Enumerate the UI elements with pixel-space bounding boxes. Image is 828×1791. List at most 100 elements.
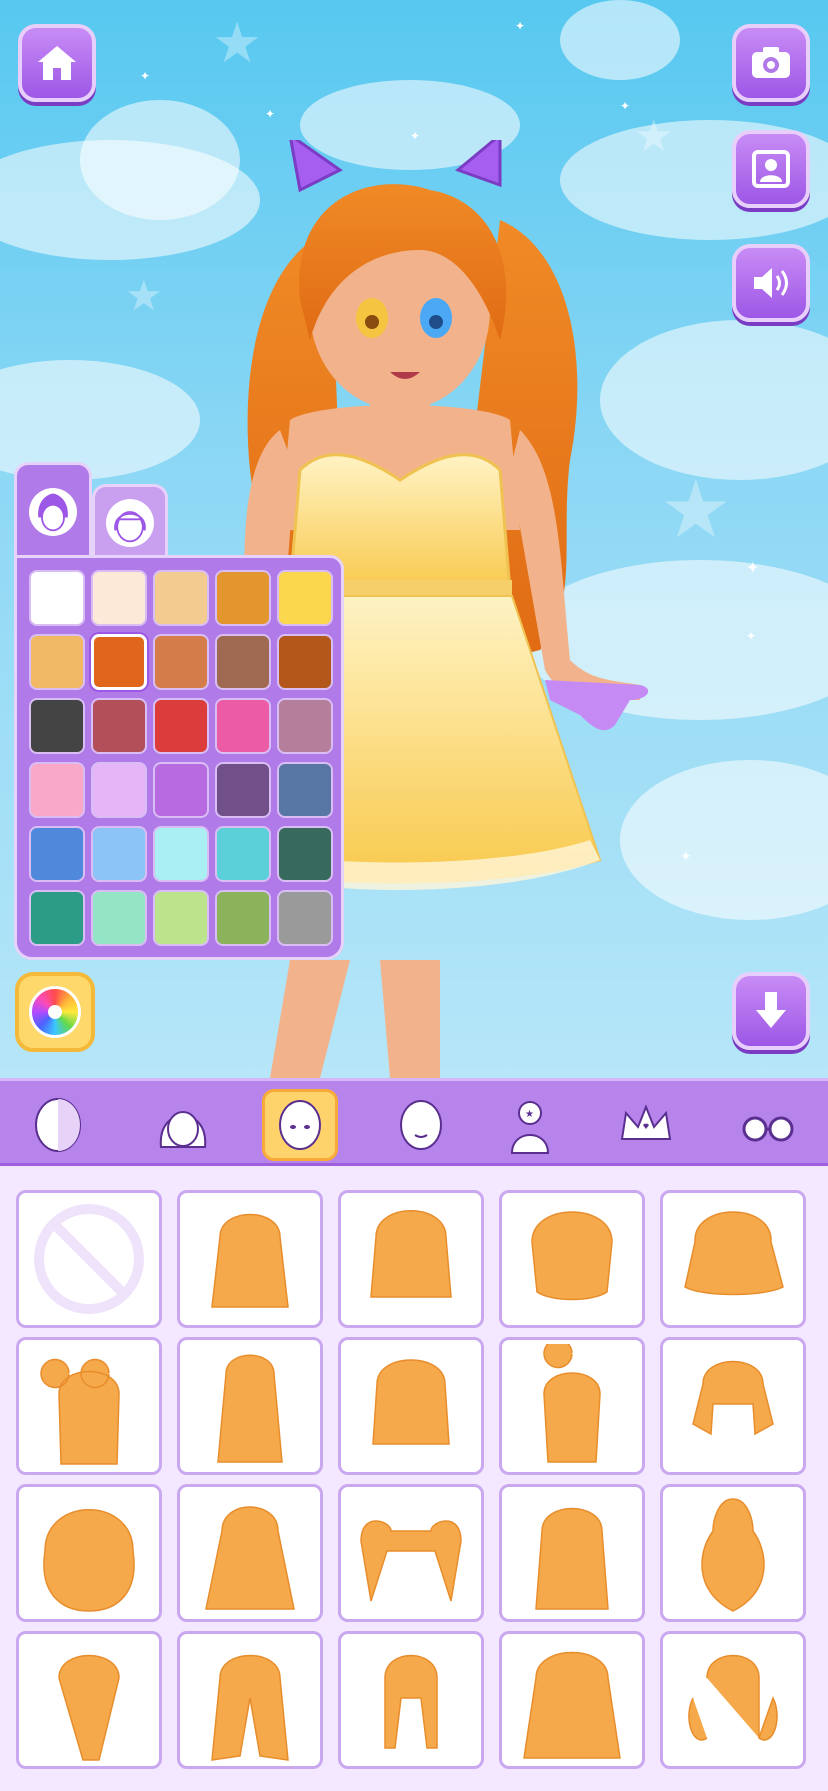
sparkle: ✦	[515, 19, 526, 33]
color-swatch[interactable]	[29, 762, 85, 818]
hairstyle-option[interactable]	[177, 1484, 323, 1622]
hairstyle-icon	[692, 1360, 774, 1436]
hairstyle-icon	[523, 1651, 621, 1759]
color-swatch[interactable]	[215, 826, 271, 882]
custom-color-button[interactable]	[15, 972, 95, 1052]
bangs-color-tab[interactable]	[92, 484, 168, 558]
hairstyle-option[interactable]	[338, 1484, 484, 1622]
hairstyle-option[interactable]	[177, 1337, 323, 1475]
prohibit-icon	[34, 1204, 144, 1314]
color-swatch[interactable]	[29, 826, 85, 882]
hairstyle-option[interactable]	[16, 1631, 162, 1769]
hairstyle-option[interactable]	[660, 1484, 806, 1622]
bangs-face-icon	[106, 498, 154, 547]
sparkle: ✦	[140, 69, 151, 83]
sparkle: ✦	[620, 99, 631, 113]
color-swatch[interactable]	[277, 570, 333, 626]
color-swatch[interactable]	[215, 762, 271, 818]
tattoo-icon: ★	[510, 1101, 550, 1154]
hairstyle-option[interactable]	[660, 1337, 806, 1475]
hairstyle-icon	[688, 1654, 778, 1741]
color-swatch[interactable]	[153, 762, 209, 818]
hairstyle-option[interactable]	[338, 1190, 484, 1328]
hairstyle-option[interactable]	[177, 1631, 323, 1769]
hairstyle-option[interactable]	[16, 1337, 162, 1475]
face-icon	[279, 1100, 321, 1150]
hairstyle-option[interactable]	[177, 1190, 323, 1328]
color-swatch[interactable]	[91, 698, 147, 754]
hairstyle-option[interactable]	[338, 1337, 484, 1475]
hairstyle-option[interactable]	[338, 1631, 484, 1769]
star-decoration: ★	[125, 271, 163, 320]
no-hairstyle-option[interactable]	[16, 1190, 162, 1328]
home-icon	[38, 46, 76, 80]
hairstyle-icon	[360, 1520, 462, 1602]
skin-tone-icon	[35, 1098, 81, 1152]
category-face[interactable]	[262, 1089, 338, 1161]
color-swatch[interactable]	[153, 890, 209, 946]
hairstyle-icon	[543, 1344, 601, 1463]
speaker-icon	[754, 268, 788, 298]
hairstyle-option[interactable]	[16, 1484, 162, 1622]
color-swatch[interactable]	[277, 890, 333, 946]
category-crown[interactable]	[608, 1089, 684, 1161]
color-swatch[interactable]	[29, 890, 85, 946]
hairstyle-icon	[205, 1506, 295, 1610]
color-wheel-icon	[29, 986, 81, 1038]
color-swatch[interactable]	[215, 698, 271, 754]
hairstyle-option[interactable]	[660, 1631, 806, 1769]
color-swatch[interactable]	[215, 890, 271, 946]
color-swatch[interactable]	[153, 570, 209, 626]
category-hair[interactable]	[145, 1089, 221, 1161]
hairstyle-icon	[370, 1210, 452, 1298]
cloud	[560, 0, 680, 80]
glasses-icon	[742, 1116, 794, 1142]
color-swatch[interactable]	[153, 698, 209, 754]
color-swatch[interactable]	[91, 570, 147, 626]
star-decoration: ★	[212, 11, 263, 76]
home-button[interactable]	[18, 24, 96, 102]
color-swatch[interactable]	[91, 890, 147, 946]
hair-icon	[159, 1111, 207, 1148]
hairstyle-icon	[58, 1654, 120, 1761]
hairstyle-grid	[16, 1190, 812, 1770]
color-swatch[interactable]	[277, 762, 333, 818]
hairstyle-option[interactable]	[499, 1631, 645, 1769]
hair-color-tab[interactable]	[14, 462, 92, 558]
hairstyle-option[interactable]	[499, 1484, 645, 1622]
sparkle: ✦	[265, 107, 276, 121]
color-swatch[interactable]	[29, 570, 85, 626]
category-glasses[interactable]	[730, 1089, 806, 1161]
color-swatch[interactable]	[29, 698, 85, 754]
color-swatch[interactable]	[277, 698, 333, 754]
portrait-button[interactable]	[732, 130, 810, 208]
hairstyle-option[interactable]	[499, 1190, 645, 1328]
color-swatch[interactable]	[29, 634, 85, 690]
hairstyle-option[interactable]	[660, 1190, 806, 1328]
smile-face-icon	[400, 1100, 442, 1150]
hairstyle-option[interactable]	[499, 1337, 645, 1475]
category-tattoo[interactable]: ★	[492, 1089, 568, 1161]
color-swatch[interactable]	[277, 826, 333, 882]
color-swatch[interactable]	[153, 634, 209, 690]
color-swatch[interactable]	[91, 762, 147, 818]
crown-icon	[620, 1104, 672, 1140]
sound-button[interactable]	[732, 244, 810, 322]
color-swatch[interactable]	[277, 634, 333, 690]
camera-icon	[752, 47, 790, 78]
color-swatch[interactable]	[91, 634, 147, 690]
category-skin[interactable]	[20, 1089, 96, 1161]
color-swatch[interactable]	[153, 826, 209, 882]
hairstyle-icon	[211, 1654, 289, 1761]
hairstyle-icon	[701, 1498, 765, 1612]
color-swatch[interactable]	[215, 570, 271, 626]
hairstyle-icon	[43, 1509, 135, 1612]
hairstyle-icon	[211, 1213, 289, 1308]
download-button[interactable]	[732, 972, 810, 1050]
color-swatch[interactable]	[215, 634, 271, 690]
category-expression[interactable]	[383, 1089, 459, 1161]
camera-button[interactable]	[732, 24, 810, 102]
hairstyle-icon	[384, 1654, 438, 1749]
color-swatch[interactable]	[91, 826, 147, 882]
character-stage: ★ ★ ★ ★ ✦ ✦ ✦ ✦ ✦ ✦ ✦ ✦	[0, 0, 828, 1078]
